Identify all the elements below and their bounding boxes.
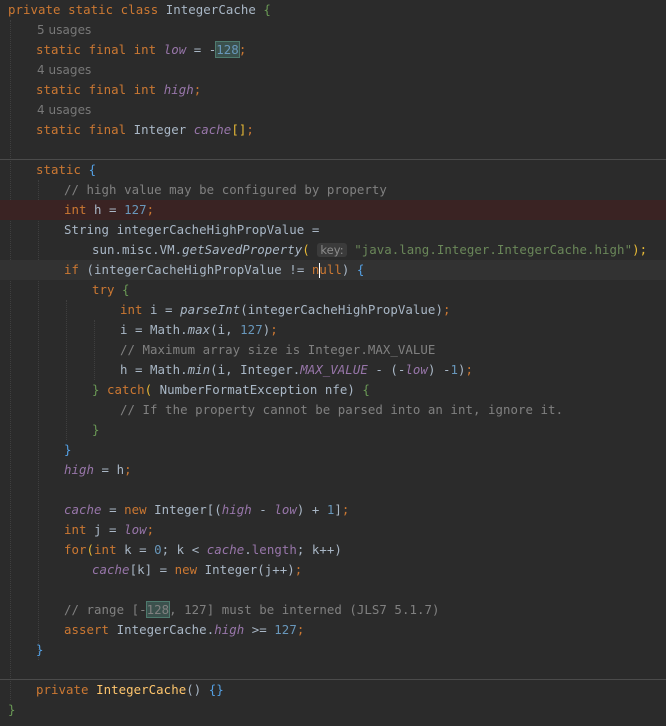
code-line[interactable]: // If the property cannot be parsed into…: [0, 400, 666, 420]
code-line[interactable]: private static class IntegerCache {: [0, 0, 666, 20]
code-line[interactable]: String integerCacheHighPropValue =: [0, 220, 666, 240]
code-line-highlighted[interactable]: int h = 127;: [0, 200, 666, 220]
keyword: private: [8, 2, 61, 17]
code-line[interactable]: high = h;: [0, 460, 666, 480]
highlighted-match: 128: [215, 41, 240, 58]
usages-hint[interactable]: 4 usages: [0, 60, 666, 80]
class-name: IntegerCache: [165, 2, 256, 17]
code-line[interactable]: static final int low = -128;: [0, 40, 666, 60]
highlighted-match: 128: [145, 601, 171, 618]
code-line[interactable]: // Maximum array size is Integer.MAX_VAL…: [0, 340, 666, 360]
keyword: class: [120, 2, 159, 17]
parameter-hint: key:: [317, 243, 347, 257]
code-line[interactable]: } catch( NumberFormatException nfe) {: [0, 380, 666, 400]
code-line[interactable]: int i = parseInt(integerCacheHighPropVal…: [0, 300, 666, 320]
code-line[interactable]: private IntegerCache() {}: [0, 680, 666, 700]
code-line[interactable]: int j = low;: [0, 520, 666, 540]
code-editor[interactable]: private static class IntegerCache { 5 us…: [0, 0, 666, 726]
code-line[interactable]: try {: [0, 280, 666, 300]
brace: {: [263, 2, 271, 17]
code-line[interactable]: static {: [0, 160, 666, 180]
usages-hint[interactable]: 5 usages: [0, 20, 666, 40]
code-line[interactable]: }: [0, 420, 666, 440]
code-line[interactable]: i = Math.max(i, 127);: [0, 320, 666, 340]
usages-hint[interactable]: 4 usages: [0, 100, 666, 120]
code-line-current[interactable]: if (integerCacheHighPropValue != null) {: [0, 260, 666, 280]
code-line[interactable]: // range [-128, 127] must be interned (J…: [0, 600, 666, 620]
code-line[interactable]: }: [0, 640, 666, 660]
code-line[interactable]: sun.misc.VM.getSavedProperty( key: "java…: [0, 240, 666, 260]
code-line[interactable]: }: [0, 700, 666, 720]
code-line[interactable]: }: [0, 440, 666, 460]
code-line[interactable]: cache = new Integer[(high - low) + 1];: [0, 500, 666, 520]
code-line[interactable]: cache[k] = new Integer(j++);: [0, 560, 666, 580]
code-line[interactable]: for(int k = 0; k < cache.length; k++): [0, 540, 666, 560]
keyword: static: [68, 2, 114, 17]
code-line[interactable]: assert IntegerCache.high >= 127;: [0, 620, 666, 640]
code-line[interactable]: // high value may be configured by prope…: [0, 180, 666, 200]
code-line[interactable]: static final int high;: [0, 80, 666, 100]
code-line[interactable]: static final Integer cache[];: [0, 120, 666, 140]
code-line[interactable]: h = Math.min(i, Integer.MAX_VALUE - (-lo…: [0, 360, 666, 380]
